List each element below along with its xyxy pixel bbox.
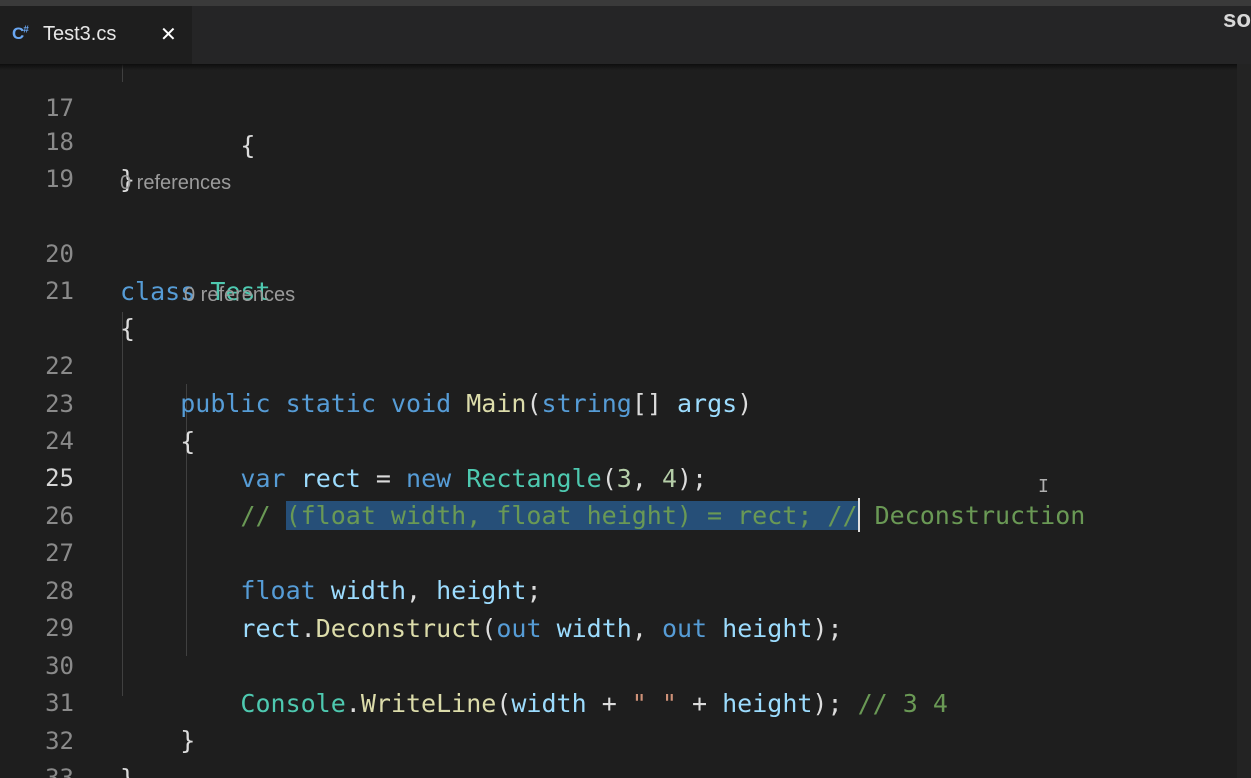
line-number: 21 [45,277,74,305]
code-line: 28 rect.Deconstruct(out width, out heigh… [0,534,1235,643]
code-line: 24 var rect = new Rectangle(3, 4); [0,384,1235,493]
vertical-scrollbar[interactable] [1237,64,1251,778]
line-number: 33 [45,764,74,778]
code-line: 21 { [0,234,1235,343]
codelens-references[interactable]: 0 references [120,168,231,198]
code-line: 29 [0,571,1235,642]
code-line: 18 } [0,85,1235,194]
code-line: 31 } [0,646,1235,755]
line-number: 19 [45,165,74,193]
tab-test3-cs[interactable]: C# Test3.cs ✕ [0,6,192,64]
tab-strip: C# Test3.cs ✕ so [0,6,1251,64]
code-editor[interactable]: 17 { 18 } 19 0 references 20 class Test … [0,64,1251,778]
code-line-active: 25 // (float width, float height) = rect… [0,421,1235,532]
code-line: 33 [0,721,1235,778]
code-line: 22 public static void Main(string[] args… [0,309,1235,418]
csharp-file-icon: C# [12,24,29,43]
scroll-shadow [0,64,1251,70]
codelens-references[interactable]: 0 references [184,280,295,310]
code-line: 19 [0,122,1235,193]
code-line: 26 [0,459,1235,530]
code-line: 30 Console.WriteLine(width + " " + heigh… [0,609,1235,718]
line-code: } [120,760,135,778]
code-line: 27 float width, height; [0,496,1235,605]
code-line: 23 { [0,347,1235,456]
code-line: 20 class Test [0,197,1235,306]
close-icon[interactable]: ✕ [160,22,177,46]
tab-title: Test3.cs [43,23,117,45]
code-line: 32 } [0,684,1235,778]
mouse-ibeam-cursor-icon: I [1038,476,1049,497]
corner-label: so [1222,6,1251,33]
